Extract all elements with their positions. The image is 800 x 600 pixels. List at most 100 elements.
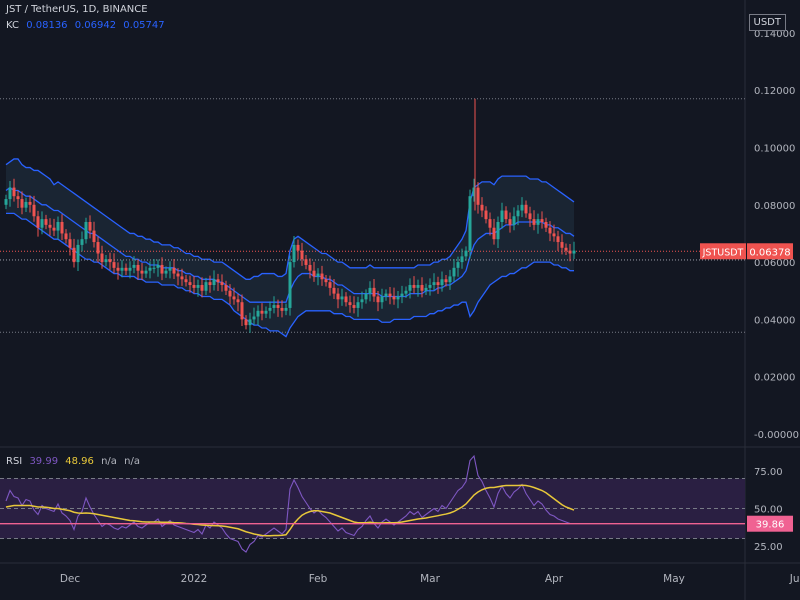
rsi-na-1: n/a — [101, 456, 117, 467]
candle-body — [28, 201, 32, 205]
candle-body — [396, 296, 400, 300]
candle-body — [44, 219, 48, 225]
candle-body — [532, 219, 536, 225]
candle-body — [224, 285, 228, 291]
time-tick-label: 2022 — [181, 573, 208, 585]
candle-body — [332, 287, 336, 294]
candle-body — [88, 221, 92, 231]
candle-body — [328, 282, 332, 288]
candle-body — [560, 242, 564, 248]
candle-body — [84, 221, 88, 240]
candle-body — [240, 302, 244, 320]
candle-body — [272, 305, 276, 308]
candle-body — [324, 279, 328, 283]
candle-body — [496, 221, 500, 240]
candle-body — [268, 307, 272, 311]
price-tick-label: 0.12000 — [754, 86, 795, 97]
rsi-na-2: n/a — [124, 456, 140, 467]
price-tick-label: 0.04000 — [754, 315, 795, 326]
candle-body — [228, 290, 232, 297]
candle-body — [212, 279, 216, 286]
candle-body — [404, 290, 408, 294]
candle-body — [176, 273, 180, 277]
candle-body — [468, 196, 472, 251]
candle-body — [168, 267, 172, 271]
candle-body — [164, 270, 168, 274]
candle-body — [352, 305, 356, 308]
candle-body — [112, 262, 116, 268]
candle-body — [120, 267, 124, 271]
candle-body — [348, 302, 352, 306]
rsi-axis[interactable]: 75.00 50.00 25.00 39.86 — [747, 467, 793, 553]
candle-body — [204, 282, 208, 291]
candle-body — [528, 213, 532, 220]
candle-body — [556, 236, 560, 243]
candle-body — [380, 296, 384, 303]
candle-body — [448, 276, 452, 283]
candle-body — [108, 259, 112, 263]
candle-body — [4, 199, 8, 205]
candle-body — [232, 296, 236, 300]
candle-body — [372, 287, 376, 297]
candle-body — [32, 204, 36, 217]
candle-body — [236, 299, 240, 303]
currency-button[interactable]: USDT — [748, 14, 786, 31]
candle-body — [564, 247, 568, 251]
candle-body — [432, 282, 436, 286]
chart-canvas[interactable]: 0.140000.120000.100000.080000.060000.040… — [0, 0, 800, 600]
kc-upper-value: 0.08136 — [26, 20, 68, 31]
candle-body — [488, 219, 492, 228]
candle-body — [12, 187, 16, 197]
candle-body — [20, 199, 24, 208]
candle-body — [492, 227, 496, 240]
candle-body — [152, 267, 156, 269]
candle-body — [132, 264, 136, 268]
candle-body — [312, 270, 316, 277]
candle-body — [172, 267, 176, 274]
candle-body — [56, 221, 60, 231]
candle-body — [128, 267, 132, 271]
time-tick-label: Mar — [420, 573, 440, 585]
candle-body — [76, 244, 80, 263]
last-price-label: JSTUSDT 0.06378 — [700, 243, 793, 260]
candle-body — [392, 296, 396, 300]
candle-body — [136, 264, 140, 271]
candle-body — [292, 244, 296, 263]
candle-body — [180, 276, 184, 280]
candle-body — [192, 285, 196, 288]
candle-body — [388, 293, 392, 297]
time-axis[interactable]: Dec 2022 Feb Mar Apr May Jun — [60, 573, 800, 585]
candle-body — [300, 250, 304, 260]
price-tick-label: 0.08000 — [754, 201, 795, 212]
candle-body — [476, 187, 480, 205]
rsi-label: RSI — [6, 456, 23, 467]
kc-legend: KC 0.08136 0.06942 0.05747 — [6, 20, 169, 31]
candle-body — [296, 244, 300, 251]
candle-body — [160, 264, 164, 274]
candle-body — [308, 264, 312, 271]
symbol-header: JST / TetherUS, 1D, BINANCE — [6, 4, 152, 15]
candle-body — [264, 310, 268, 314]
candle-body — [216, 279, 220, 283]
candle-body — [256, 310, 260, 317]
candle-body — [68, 239, 72, 248]
candle-body — [8, 187, 12, 200]
candle-body — [48, 224, 52, 228]
price-axis[interactable]: 0.140000.120000.100000.080000.060000.040… — [754, 29, 799, 441]
candle-body — [208, 282, 212, 286]
kc-lower-value: 0.05747 — [123, 20, 165, 31]
candle-body — [72, 247, 76, 263]
candle-body — [464, 250, 468, 257]
rsi-legend: RSI 39.99 48.96 n/a n/a — [6, 456, 144, 467]
candle-body — [376, 296, 380, 303]
candle-body — [320, 273, 324, 280]
candle-body — [568, 250, 572, 254]
candle-body — [364, 293, 368, 300]
candle-body — [524, 204, 528, 214]
kc-middle-value: 0.06942 — [74, 20, 117, 31]
candle-body — [284, 307, 288, 311]
candle-body — [428, 285, 432, 288]
rsi-tick-label: 25.00 — [754, 542, 783, 553]
rsi-tick-label: 75.00 — [754, 467, 783, 478]
candle-body — [276, 305, 280, 308]
